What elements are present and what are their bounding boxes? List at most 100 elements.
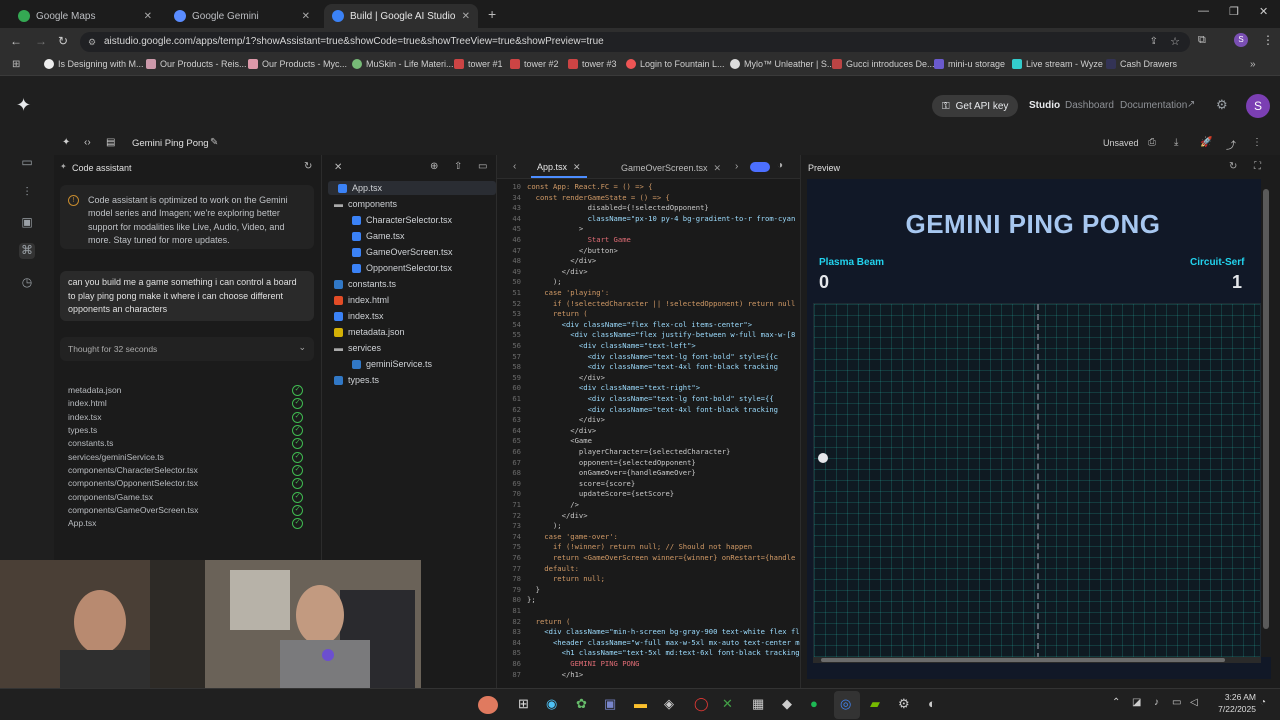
nav-documentation[interactable]: Documentation — [1120, 100, 1187, 111]
close-icon[interactable]: ✕ — [144, 11, 152, 22]
store-icon[interactable]: ▦ — [752, 696, 764, 712]
get-api-key-button[interactable]: ⚿ Get API key — [932, 95, 1019, 117]
bookmark[interactable]: MuSkin - Life Materi... — [352, 59, 454, 69]
steam-icon[interactable]: ◐ — [928, 696, 936, 711]
tree-item-index-html[interactable]: index.html — [334, 295, 389, 305]
tree-item-game[interactable]: Game.tsx — [352, 231, 405, 241]
bookmark[interactable]: Mylo™ Unleather | S... — [730, 59, 834, 69]
extensions-icon[interactable]: ⧉ — [1198, 34, 1206, 47]
bookmark[interactable]: Login to Fountain L... — [626, 59, 725, 69]
sparkle-icon[interactable]: ✦ — [62, 137, 70, 148]
tree-item-types[interactable]: types.ts — [334, 375, 379, 385]
download-icon[interactable]: ⤓ — [1174, 137, 1178, 148]
preview-frame[interactable]: GEMINI PING PONG Plasma Beam 0 Circuit-S… — [807, 179, 1271, 679]
edit-pencil-icon[interactable]: ✎ — [210, 137, 218, 148]
app-icon[interactable]: ⚙ — [898, 696, 910, 712]
deploy-icon[interactable]: 🚀 — [1200, 137, 1212, 148]
microphone-icon[interactable]: ♪ — [1154, 697, 1159, 708]
media-icon[interactable]: ▣ — [20, 215, 34, 229]
tree-folder-services[interactable]: ▬ services — [334, 343, 381, 353]
bookmark[interactable]: Gucci introduces De... — [832, 59, 935, 69]
close-icon[interactable]: ✕ — [462, 11, 470, 22]
reload-icon[interactable]: ↻ — [58, 34, 68, 48]
teams-icon[interactable]: ▣ — [604, 696, 616, 712]
minimize-icon[interactable]: — — [1198, 5, 1209, 17]
tab-google-gemini[interactable]: Google Gemini ✕ — [166, 4, 318, 28]
back-icon[interactable]: ← — [10, 34, 22, 48]
tab-google-maps[interactable]: Google Maps ✕ — [10, 4, 160, 28]
bookmark[interactable]: Live stream - Wyze — [1012, 59, 1103, 69]
more-options-icon[interactable]: ⋮ — [1252, 137, 1262, 148]
volume-icon[interactable]: ◁ — [1190, 697, 1198, 708]
build-icon[interactable]: ⌘ — [19, 243, 35, 259]
forward-icon[interactable]: → — [35, 34, 47, 48]
diff-icon[interactable]: ◑ — [777, 160, 783, 171]
bookmark[interactable]: tower #3 — [568, 59, 617, 69]
more-bookmarks-icon[interactable]: » — [1250, 59, 1256, 70]
refresh-icon[interactable]: ↻ — [304, 161, 312, 172]
fullscreen-icon[interactable]: ⛶ — [1254, 161, 1261, 172]
app-icon[interactable]: ◈ — [664, 696, 674, 712]
bookmark[interactable]: tower #1 — [454, 59, 503, 69]
notification-icon[interactable]: ◔ — [1260, 697, 1266, 708]
vertical-scrollbar[interactable] — [1261, 179, 1271, 657]
bookmark[interactable]: mini-u storage — [934, 59, 1005, 69]
tree-item-game-over-screen[interactable]: GameOverScreen.tsx — [352, 247, 453, 257]
history-icon[interactable]: ◷ — [20, 275, 34, 289]
editor-tab-game-over-screen[interactable]: GameOverScreen.tsx ✕ — [615, 158, 727, 178]
new-tab-icon[interactable]: + — [488, 6, 496, 22]
scrollbar-thumb[interactable] — [1263, 189, 1269, 629]
install-icon[interactable]: ⇪ — [1150, 32, 1158, 52]
chat-icon[interactable]: ▭ — [20, 155, 34, 169]
layout-icon[interactable]: ▤ — [106, 137, 115, 148]
weather-icon[interactable] — [478, 696, 498, 714]
app-icon[interactable]: ◆ — [782, 696, 792, 712]
ai-studio-logo-icon[interactable]: ✦ — [16, 95, 31, 116]
chrome-icon[interactable]: ◎ — [840, 696, 851, 712]
spotify-icon[interactable]: ● — [810, 696, 818, 711]
more-menu-icon[interactable]: ⋮ — [1262, 33, 1274, 47]
tree-folder-components[interactable]: ▬ components — [334, 199, 397, 209]
tab-build-ai-studio[interactable]: Build | Google AI Studio ✕ — [324, 4, 478, 28]
upload-file-icon[interactable]: ⇧ — [454, 161, 462, 172]
code-editor[interactable]: ‹ App.tsx ✕ GameOverScreen.tsx ✕ › ◑ 10 con… — [496, 155, 800, 688]
profile-avatar[interactable]: S — [1234, 33, 1248, 47]
new-file-icon[interactable]: ⊕ — [430, 161, 438, 172]
new-folder-icon[interactable]: ▭ — [478, 161, 487, 172]
tree-item-app-tsx[interactable]: App.tsx — [338, 183, 382, 193]
editor-tab-app-tsx[interactable]: App.tsx ✕ — [531, 158, 587, 178]
copilot-icon[interactable]: ✿ — [576, 696, 587, 712]
bookmark[interactable]: Cash Drawers — [1106, 59, 1177, 69]
nvidia-icon[interactable]: ▰ — [870, 696, 880, 712]
tree-item-character-selector[interactable]: CharacterSelector.tsx — [352, 215, 452, 225]
tree-item-index-tsx[interactable]: index.tsx — [334, 311, 384, 321]
network-icon[interactable]: ▭ — [1172, 697, 1181, 708]
toggle-switch[interactable] — [750, 162, 770, 172]
tree-item-opponent-selector[interactable]: OpponentSelector.tsx — [352, 263, 452, 273]
user-avatar[interactable]: S — [1246, 94, 1270, 118]
tree-item-metadata-json[interactable]: metadata.json — [334, 327, 405, 337]
clock-time[interactable]: 3:26 AM — [1212, 692, 1256, 702]
tray-app-icon[interactable]: ◪ — [1132, 697, 1141, 708]
reload-preview-icon[interactable]: ↻ — [1229, 161, 1237, 172]
folder-icon[interactable]: ▬ — [634, 696, 647, 711]
chevron-right-icon[interactable]: › — [735, 161, 738, 172]
save-icon[interactable]: ⎙ — [1148, 137, 1156, 148]
close-window-icon[interactable]: ✕ — [1259, 5, 1268, 18]
bookmark[interactable]: tower #2 — [510, 59, 559, 69]
apps-grid-icon[interactable]: ⊞ — [12, 59, 20, 70]
stream-icon[interactable]: ⫶ — [20, 185, 34, 199]
tree-item-constants[interactable]: constants.ts — [334, 279, 396, 289]
tray-chevron-icon[interactable]: ⌃ — [1112, 697, 1120, 708]
xbox-icon[interactable]: ✕ — [722, 696, 733, 712]
code-icon[interactable]: ‹› — [84, 137, 91, 148]
opera-icon[interactable]: ◯ — [694, 696, 709, 712]
bookmark[interactable]: Is Designing with M... — [44, 59, 144, 69]
game-board[interactable] — [813, 303, 1261, 659]
thought-toggle[interactable]: Thought for 32 seconds ⌄ — [60, 337, 314, 361]
url-bar[interactable]: ⚙ aistudio.google.com/apps/temp/1?showAs… — [80, 32, 1190, 52]
scrollbar-thumb[interactable] — [821, 658, 1225, 662]
close-panel-icon[interactable]: ✕ — [334, 162, 342, 173]
share-icon[interactable]: ⤴ — [1226, 137, 1236, 152]
nav-dashboard[interactable]: Dashboard — [1065, 100, 1114, 111]
